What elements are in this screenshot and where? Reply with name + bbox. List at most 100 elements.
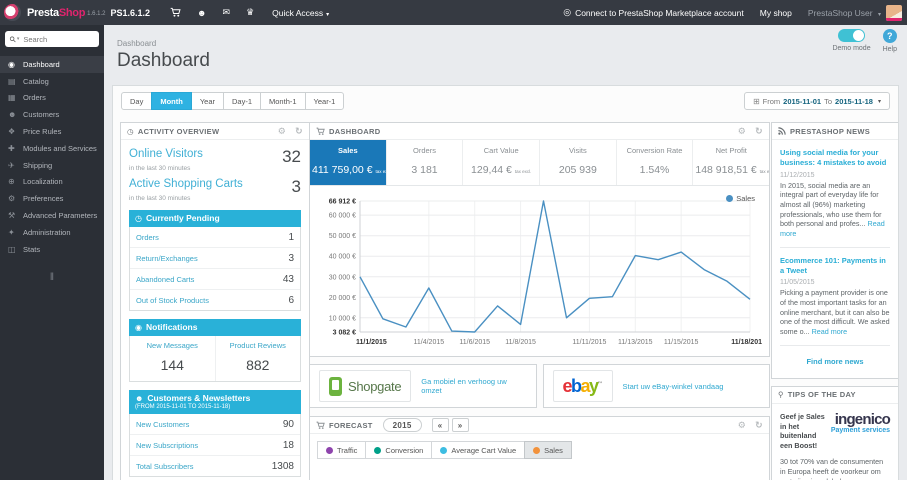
online-visitors-link[interactable]: Online Visitors bbox=[129, 148, 203, 160]
refresh-icon[interactable]: ↻ bbox=[755, 126, 763, 137]
sidebar-item-label: Orders bbox=[23, 93, 46, 103]
news-headline[interactable]: Ecommerce 101: Payments in a Tweet bbox=[780, 256, 890, 276]
kpi-orders[interactable]: Orders 3 181 bbox=[385, 140, 463, 185]
cart-icon bbox=[316, 421, 325, 429]
sidebar-item-shipping[interactable]: ✈ Shipping bbox=[0, 157, 104, 174]
sidebar-item-label: Customers bbox=[23, 110, 60, 120]
svg-text:11/15/2015: 11/15/2015 bbox=[664, 339, 699, 346]
kpi-conversion-rate[interactable]: Conversion Rate 1.54% bbox=[615, 140, 693, 185]
date-range-picker[interactable]: ⊞ From 2015-11-01 To 2015-11-18 ▾ bbox=[743, 92, 890, 110]
sidebar-search[interactable]: ⚲ ▾ bbox=[5, 31, 99, 47]
range-year-1-button[interactable]: Year-1 bbox=[304, 92, 345, 110]
pending-orders-link[interactable]: Orders bbox=[136, 233, 159, 242]
help-icon[interactable]: ? bbox=[882, 29, 897, 43]
shopgate-icon bbox=[329, 376, 342, 396]
sidebar-item-modules[interactable]: ✚ Modules and Services bbox=[0, 140, 104, 157]
refresh-icon[interactable]: ↻ bbox=[295, 126, 303, 137]
administration-icon: ✦ bbox=[8, 227, 15, 237]
date-from: 2015-11-01 bbox=[783, 96, 822, 106]
ebay-link[interactable]: Start uw eBay-winkel vandaag bbox=[623, 382, 724, 391]
sidebar-item-label: Price Rules bbox=[23, 127, 62, 137]
ingenico-logo[interactable]: ingenico Payment services bbox=[831, 412, 891, 435]
find-more-news-link[interactable]: Find more news bbox=[780, 354, 890, 376]
sidebar-item-orders[interactable]: ▦ Orders bbox=[0, 90, 104, 107]
new-customers-link[interactable]: New Customers bbox=[136, 420, 189, 429]
shopgate-logo[interactable]: Shopgate bbox=[319, 370, 412, 402]
kpi-cart-value[interactable]: Cart Value 129,44 € tax excl. bbox=[462, 140, 539, 185]
range-month-1-button[interactable]: Month-1 bbox=[260, 92, 306, 110]
prestashop-logo[interactable] bbox=[4, 4, 21, 21]
news-headline[interactable]: Using social media for your business: 4 … bbox=[780, 148, 890, 168]
pending-returns-link[interactable]: Return/Exchanges bbox=[136, 254, 198, 263]
kpi-sales[interactable]: Sales 411 759,00 € tax excl. bbox=[310, 140, 386, 185]
read-more-link[interactable]: Read more bbox=[812, 327, 848, 336]
brand-version: 1.6.1.2 bbox=[87, 11, 106, 17]
user-menu[interactable]: PrestaShop User ▾ bbox=[808, 8, 881, 18]
customer-icon[interactable]: ☻ bbox=[197, 8, 206, 18]
prestashop-news-panel: PRESTASHOP NEWS Using social media for y… bbox=[771, 122, 898, 379]
demo-mode-label: Demo mode bbox=[832, 45, 871, 52]
search-input[interactable] bbox=[23, 34, 94, 44]
sidebar-item-administration[interactable]: ✦ Administration bbox=[0, 224, 104, 241]
list-item: Return/Exchanges 3 bbox=[130, 247, 300, 268]
marketplace-link[interactable]: ◎ Connect to PrestaShop Marketplace accou… bbox=[563, 7, 744, 18]
gear-icon[interactable]: ⚙ bbox=[738, 126, 746, 137]
sidebar-collapse-button[interactable]: ‖ bbox=[0, 272, 104, 283]
total-subscribers-link[interactable]: Total Subscribers bbox=[136, 462, 194, 471]
gear-icon[interactable]: ⚙ bbox=[278, 126, 286, 137]
forecast-next-button[interactable]: » bbox=[451, 418, 469, 432]
average-cart-value-dot bbox=[440, 446, 448, 454]
range-year-button[interactable]: Year bbox=[190, 92, 224, 110]
range-day-1-button[interactable]: Day-1 bbox=[223, 92, 262, 110]
active-carts-value: 3 bbox=[291, 177, 301, 196]
active-carts-link[interactable]: Active Shopping Carts bbox=[129, 178, 243, 190]
forecast-year[interactable]: 2015 bbox=[382, 418, 422, 432]
cart-icon bbox=[316, 127, 325, 135]
list-item: Abandoned Carts 43 bbox=[130, 268, 300, 289]
demo-mode-toggle[interactable] bbox=[838, 29, 866, 42]
kpi-visits[interactable]: Visits 205 939 bbox=[539, 140, 616, 185]
range-month-button[interactable]: Month bbox=[151, 92, 192, 110]
cart-icon[interactable] bbox=[170, 7, 181, 18]
tab-traffic[interactable]: Traffic bbox=[317, 441, 367, 459]
sidebar-item-preferences[interactable]: ⚙ Preferences bbox=[0, 190, 104, 207]
out-of-stock-link[interactable]: Out of Stock Products bbox=[136, 296, 209, 305]
quick-access-menu[interactable]: Quick Access ▾ bbox=[272, 8, 329, 18]
user-avatar[interactable] bbox=[886, 4, 902, 21]
messages-icon[interactable]: ✉ bbox=[223, 7, 231, 18]
tab-conversion[interactable]: Conversion bbox=[365, 441, 433, 459]
sidebar-item-label: Advanced Parameters bbox=[23, 211, 98, 221]
ebay-logo[interactable]: ebay™ bbox=[552, 370, 613, 402]
forecast-prev-button[interactable]: « bbox=[431, 418, 449, 432]
news-excerpt: In 2015, social media are an integral pa… bbox=[780, 180, 885, 239]
sidebar-item-catalog[interactable]: ▤ Catalog bbox=[0, 73, 104, 90]
product-reviews-value: 882 bbox=[246, 357, 270, 373]
sidebar-item-dashboard[interactable]: ◉ Dashboard bbox=[0, 56, 104, 73]
list-item: Orders 1 bbox=[130, 227, 300, 247]
sidebar-item-label: Administration bbox=[23, 227, 71, 237]
chevron-down-icon: ▾ bbox=[326, 11, 330, 18]
tab-average-cart-value[interactable]: Average Cart Value bbox=[431, 441, 526, 459]
achievements-icon[interactable]: ♛ bbox=[246, 7, 254, 18]
conversion-dot bbox=[374, 446, 382, 454]
new-messages-cell[interactable]: New Messages 144 bbox=[130, 336, 216, 381]
my-shop-link[interactable]: My shop bbox=[760, 8, 792, 18]
svg-text:60 000 €: 60 000 € bbox=[329, 213, 356, 220]
shopgate-link[interactable]: Ga mobiel en verhoog uw omzet bbox=[421, 377, 526, 395]
sidebar-item-customers[interactable]: ☻ Customers bbox=[0, 106, 104, 123]
tab-sales[interactable]: Sales bbox=[524, 441, 572, 459]
sidebar-item-price-rules[interactable]: ❖ Price Rules bbox=[0, 123, 104, 140]
sidebar-item-advanced-parameters[interactable]: ⚒ Advanced Parameters bbox=[0, 207, 104, 224]
pending-returns-value: 3 bbox=[288, 252, 294, 264]
lightbulb-icon: ⚲ bbox=[778, 390, 784, 400]
sidebar-item-localization[interactable]: ⊕ Localization bbox=[0, 174, 104, 191]
sidebar-item-stats[interactable]: ◫ Stats bbox=[0, 241, 104, 258]
product-reviews-cell[interactable]: Product Reviews 882 bbox=[216, 336, 301, 381]
refresh-icon[interactable]: ↻ bbox=[755, 420, 763, 431]
new-subscriptions-link[interactable]: New Subscriptions bbox=[136, 441, 198, 450]
abandoned-carts-link[interactable]: Abandoned Carts bbox=[136, 275, 194, 284]
kpi-net-profit[interactable]: Net Profit 148 918,51 € tax excl. bbox=[692, 140, 769, 185]
range-day-button[interactable]: Day bbox=[121, 92, 153, 110]
gear-icon[interactable]: ⚙ bbox=[738, 420, 746, 431]
product-reviews-label: Product Reviews bbox=[229, 341, 286, 350]
